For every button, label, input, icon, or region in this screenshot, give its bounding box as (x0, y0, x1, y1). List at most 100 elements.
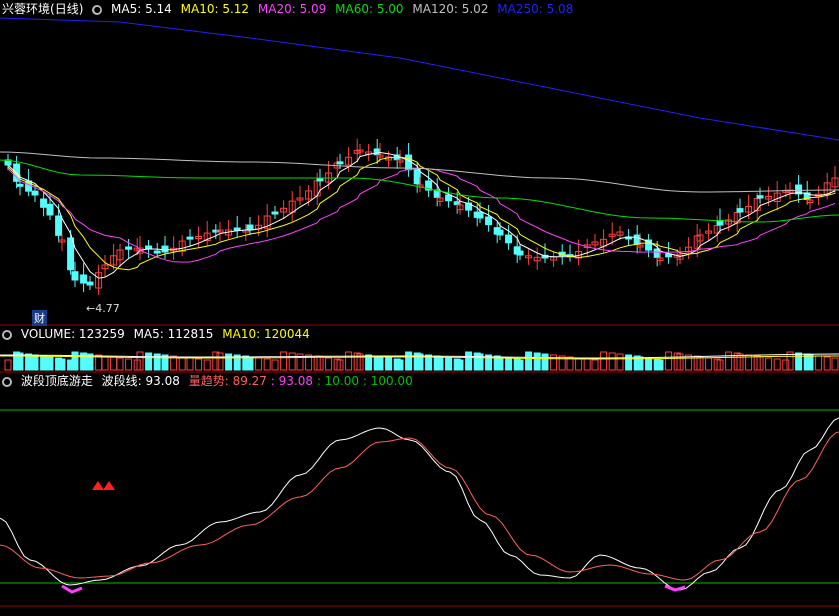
volume-bar (665, 351, 673, 371)
candle-body (55, 215, 63, 236)
volume-bar (101, 355, 109, 371)
settings-circle-icon[interactable]: ● (92, 4, 103, 15)
volume-bar (782, 359, 790, 371)
candle-body (67, 237, 75, 271)
volume-bar (823, 356, 831, 371)
low-price-label: ←4.77 (86, 302, 120, 315)
top-signal-triangle (92, 481, 104, 490)
candle-body (246, 224, 254, 231)
ma250-line (0, 17, 839, 141)
volume-bar (46, 356, 54, 371)
volume-bar (385, 357, 393, 371)
settings-circle-icon[interactable]: ● (2, 376, 12, 387)
ma10-line (7, 156, 836, 271)
volume-bar (516, 359, 524, 371)
volume-bar (705, 357, 713, 371)
volume-bar (541, 353, 549, 371)
candle-body (86, 281, 94, 286)
volume-bar (436, 356, 444, 371)
volume-bar (608, 352, 616, 371)
volume-bar (795, 352, 803, 371)
volume-bar (225, 353, 233, 371)
candle-body (233, 227, 241, 231)
volume-bar (405, 351, 413, 371)
candle-body (405, 154, 413, 171)
volume-bar (525, 351, 533, 371)
volume-bar (445, 357, 453, 371)
candle-body (125, 246, 133, 250)
volume-bar (325, 357, 333, 371)
ma5-line (7, 151, 836, 279)
volume-header: ● VOLUME: 123259 MA5: 112815 MA10: 12004… (2, 326, 315, 342)
indicator-name[interactable]: 波段顶底游走 (21, 374, 93, 388)
settings-circle-icon[interactable]: ● (2, 329, 12, 340)
volume-bar (725, 351, 733, 371)
volume-bar (58, 358, 66, 371)
level-low-value: : 10.00 (316, 374, 360, 388)
volume-bar (815, 355, 823, 371)
volume-bar (271, 359, 279, 371)
wave-line-value: 波段线: 93.08 (101, 374, 180, 388)
trend-secondary-value: : 93.08 (270, 374, 313, 388)
candle-body (316, 178, 324, 182)
volume-bar (178, 356, 186, 371)
volume-ma10-value: MA10: 120044 (222, 327, 310, 341)
candle-body (505, 234, 513, 244)
volume-bar (125, 358, 133, 371)
candle-body (71, 271, 79, 281)
volume-bar (773, 358, 781, 371)
candle-body (336, 161, 344, 165)
bottom-signal-mark (664, 584, 686, 592)
volume-bar (255, 357, 263, 371)
volume-bars (0, 351, 839, 371)
volume-bar (71, 351, 79, 371)
candle-body (31, 190, 39, 196)
ma250-value: MA250: 5.08 (497, 2, 574, 16)
volume-bar (280, 351, 288, 371)
finance-badge[interactable]: 财 (32, 310, 47, 326)
candle-body (16, 183, 24, 187)
volume-bar (110, 356, 118, 371)
top-signal-triangle (103, 481, 115, 490)
candle-body (516, 250, 524, 256)
volume-ma5-value: MA5: 112815 (133, 327, 214, 341)
volume-bar (645, 357, 653, 371)
volume-bar (616, 353, 624, 371)
volume-bar (288, 352, 296, 371)
volume-bar (831, 357, 839, 371)
main-chart-header: 兴蓉环境(日线) ● MA5: 5.14 MA10: 5.12 MA20: 5.… (2, 1, 578, 17)
volume-bar (465, 351, 473, 371)
volume-bar (212, 351, 220, 371)
volume-bar (31, 354, 39, 371)
volume-bar (575, 357, 583, 371)
volume-bar (4, 359, 12, 371)
trend-line (0, 431, 839, 581)
ma20-value: MA20: 5.09 (257, 2, 327, 16)
wave-line (0, 417, 839, 591)
candle-body (186, 236, 194, 240)
volume-bar (600, 351, 608, 371)
volume-bar (583, 358, 591, 371)
ma5-value: MA5: 5.14 (111, 2, 172, 16)
volume-bar (263, 358, 271, 371)
candle-body (476, 211, 484, 219)
volume-bar (496, 356, 504, 371)
volume-bar (216, 352, 224, 371)
chart-period[interactable]: (日线) (50, 2, 83, 16)
candle-body (271, 211, 279, 215)
volume-bar (145, 352, 153, 371)
volume-bar (203, 359, 211, 371)
candlestick-series (4, 138, 839, 295)
volume-bar (345, 351, 353, 371)
stock-chart-canvas[interactable] (0, 0, 839, 616)
candle-body (153, 250, 161, 254)
stock-name[interactable]: 兴蓉环境 (2, 2, 50, 16)
candle-body (46, 203, 54, 216)
candle-body (736, 208, 744, 213)
volume-value: VOLUME: 123259 (20, 327, 125, 341)
volume-bar (246, 356, 254, 371)
volume-bar (806, 354, 814, 371)
level-high-value: : 100.00 (362, 374, 413, 388)
volume-bar (765, 357, 773, 371)
candle-body (445, 194, 453, 202)
